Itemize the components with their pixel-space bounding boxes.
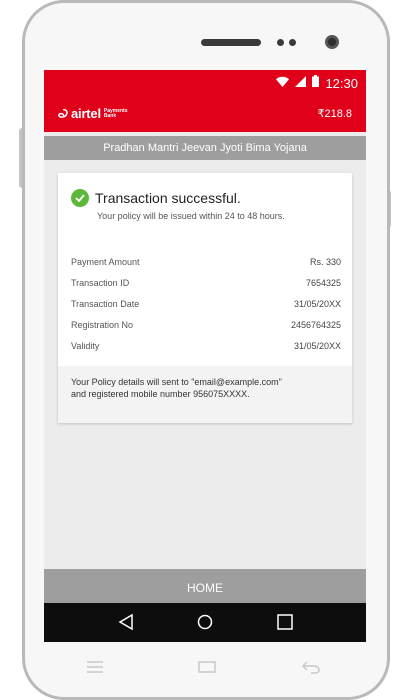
recents-icon[interactable] [274,611,296,633]
home-icon[interactable] [194,611,216,633]
detail-value: 31/05/20XX [293,341,341,351]
success-header: Transaction successful. [71,189,241,207]
earpiece-speaker [201,39,261,46]
detail-label: Registration No [71,320,134,330]
page-title: Pradhan Mantri Jeevan Jyoti Bima Yojana [44,136,366,160]
detail-row-registration-no: Registration No 2456764325 [71,320,341,341]
detail-row-transaction-date: Transaction Date 31/05/20XX [71,299,341,320]
sensor-dot [289,39,296,46]
app-header: airtel Payments Bank ₹218.8 [44,94,366,132]
wifi-icon [276,74,290,92]
success-subtitle: Your policy will be issued within 24 to … [97,211,285,221]
home-button[interactable]: HOME [44,569,366,603]
detail-label: Payment Amount [71,257,140,267]
android-nav-bar [44,603,366,642]
brand-subtitle: Payments Bank [103,107,128,119]
policy-note-line: Your Policy details will sent to "email@… [71,377,282,387]
menu-icon[interactable] [84,660,106,674]
front-camera [325,35,339,49]
phone-screen: 12:30 airtel Payments Bank ₹218.8 Pradha… [44,70,366,642]
back-icon[interactable] [115,611,137,633]
transaction-card: Transaction successful. Your policy will… [58,173,352,423]
detail-value: 2456764325 [290,320,341,330]
status-bar: 12:30 [44,70,366,94]
detail-label: Transaction ID [71,278,130,288]
signal-icon [295,74,307,92]
policy-note-line: and registered mobile number 956075XXXX. [71,389,250,399]
detail-row-transaction-id: Transaction ID 7654325 [71,278,341,299]
sensor-dot [277,39,284,46]
airtel-swirl-icon [58,109,68,118]
detail-row-validity: Validity 31/05/20XX [71,341,341,362]
status-time: 12:30 [325,75,358,91]
battery-icon [312,74,320,92]
detail-label: Validity [71,341,100,351]
brand-name: airtel [71,106,101,121]
success-title: Transaction successful. [95,190,241,206]
detail-value: Rs. 330 [309,257,341,267]
transaction-details: Payment Amount Rs. 330 Transaction ID 76… [71,257,341,362]
window-icon[interactable] [196,660,218,674]
check-circle-icon [71,189,89,207]
detail-label: Transaction Date [71,299,140,309]
detail-value: 31/05/20XX [293,299,341,309]
policy-note-section: Your Policy details will sent to "email@… [58,366,352,423]
airtel-payments-bank-logo[interactable]: airtel Payments Bank [58,106,128,121]
wallet-balance[interactable]: ₹218.8 [317,107,352,120]
policy-note: Your Policy details will sent to "email@… [71,376,341,400]
return-icon[interactable] [300,660,322,674]
detail-row-payment-amount: Payment Amount Rs. 330 [71,257,341,278]
detail-value: 7654325 [305,278,341,288]
